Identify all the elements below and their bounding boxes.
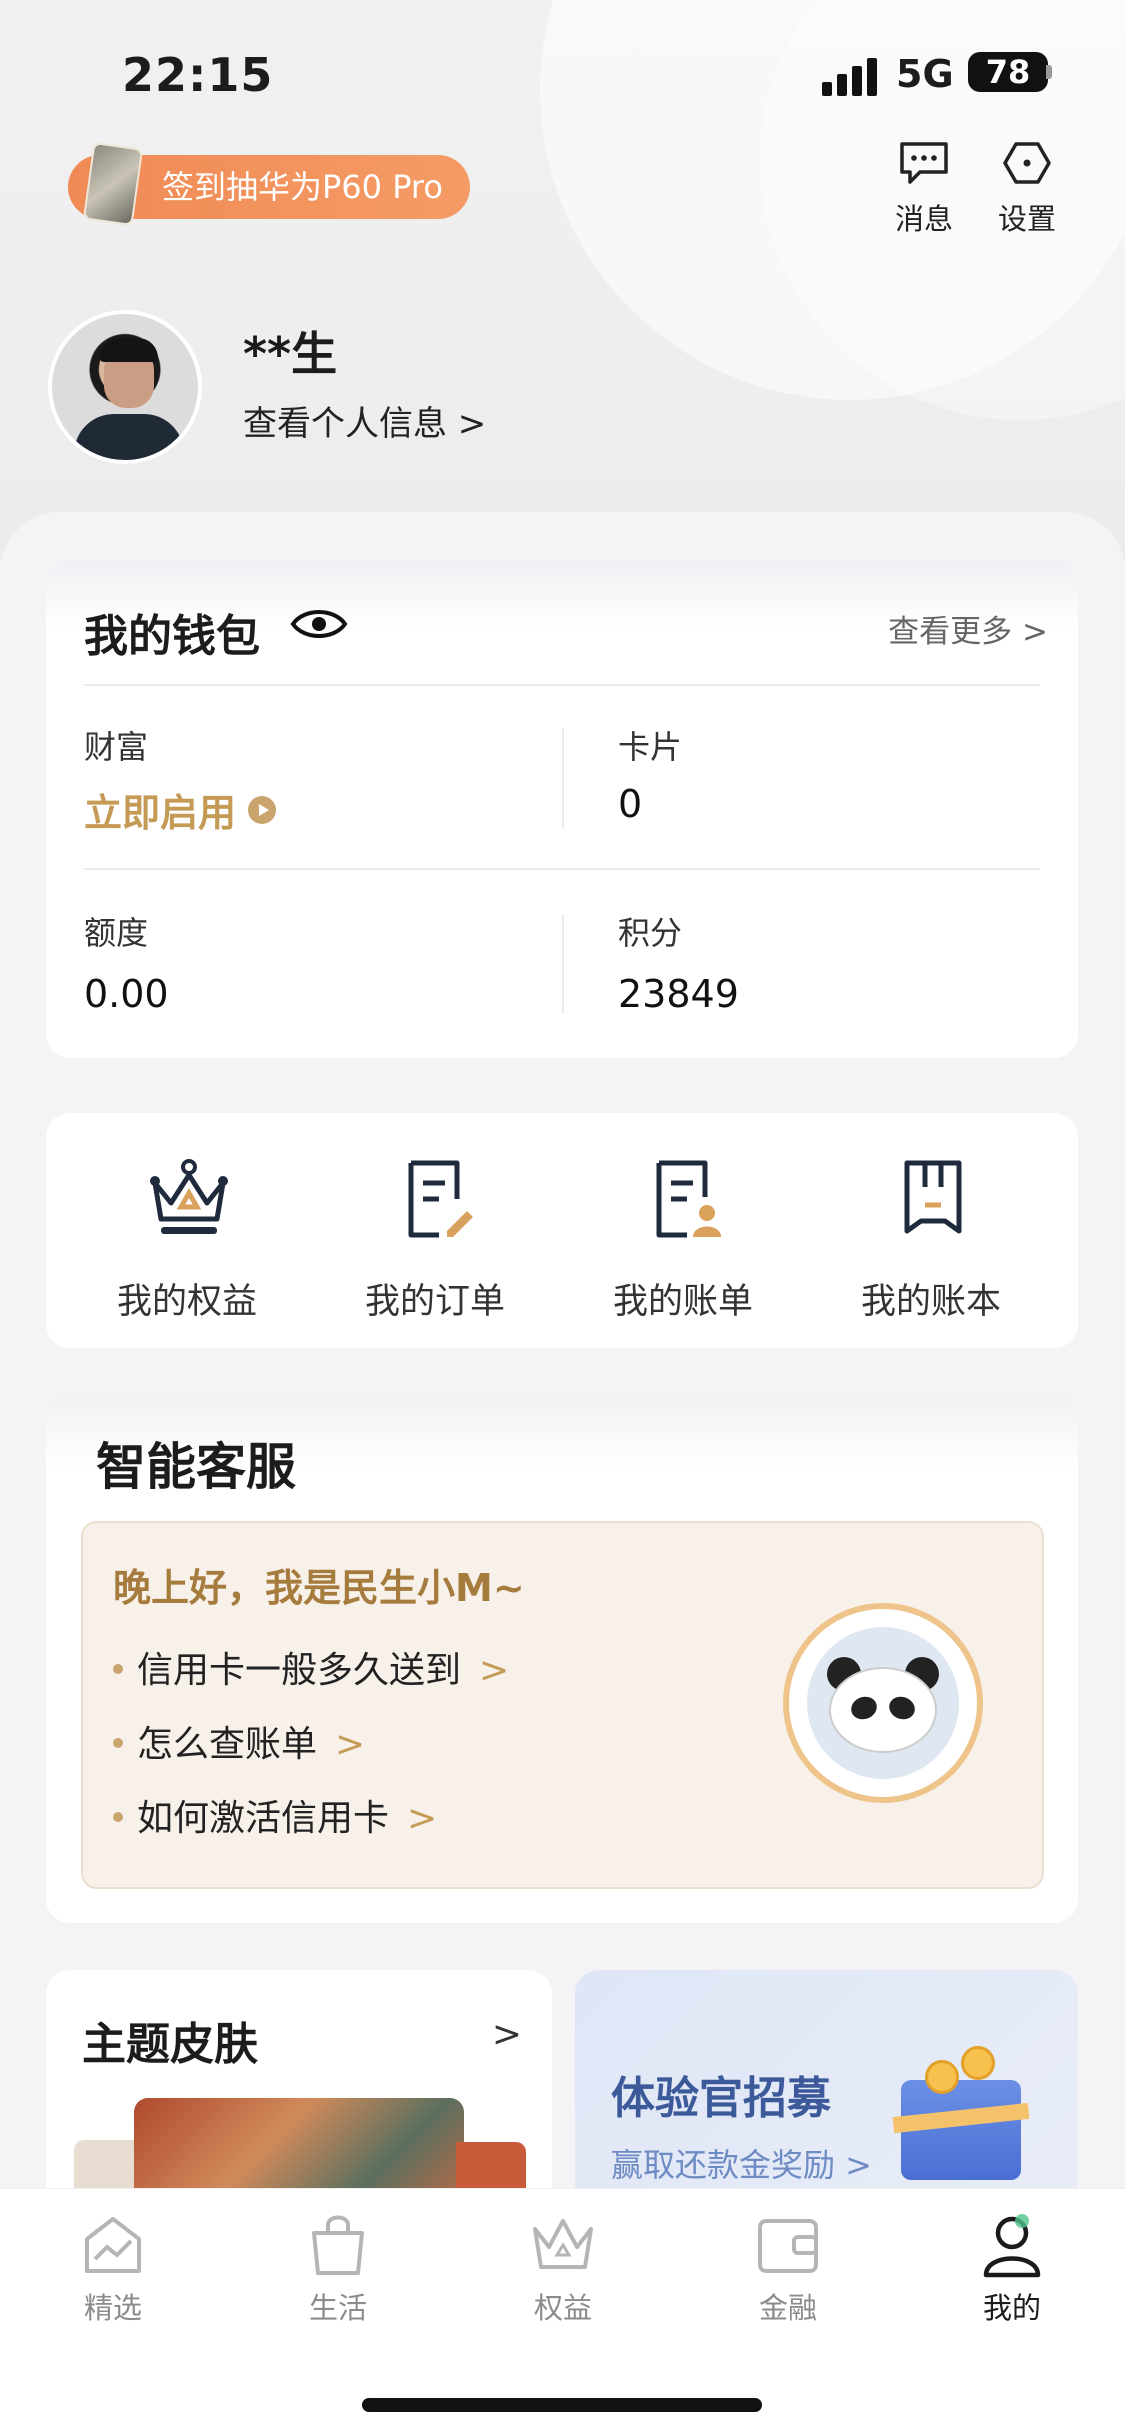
settings-hexagon-icon <box>1003 142 1051 184</box>
my-rights-button[interactable]: 我的权益 <box>62 1113 312 1348</box>
quick-links-card: 我的权益 我的订单 我的账单 我的账本 <box>46 1113 1078 1348</box>
points-label: 积分 <box>618 914 683 952</box>
tab-label: 金融 <box>758 2291 817 2325</box>
tab-label: 权益 <box>533 2291 592 2325</box>
bullet-icon <box>113 1738 123 1748</box>
tab-mine[interactable]: 我的 <box>932 2209 1092 2327</box>
theme-skin-title: 主题皮肤 <box>82 2019 258 2070</box>
user-name: **生 <box>243 327 338 381</box>
tab-label: 生活 <box>308 2291 367 2325</box>
signal-icon <box>822 58 882 96</box>
limit-label: 额度 <box>84 914 149 952</box>
divider <box>84 868 1040 870</box>
recruit-title: 体验官招募 <box>611 2073 831 2124</box>
service-question[interactable]: 如何激活信用卡 > <box>113 1789 437 1841</box>
recruit-subtitle: 赢取还款金奖励 > <box>611 2146 872 2184</box>
service-question[interactable]: 信用卡一般多久送到 > <box>113 1641 509 1693</box>
quick-link-label: 我的订单 <box>364 1282 505 1322</box>
theme-skin-card[interactable]: 主题皮肤 > <box>46 1970 552 2220</box>
wealth-label: 财富 <box>84 728 149 766</box>
tab-finance[interactable]: 金融 <box>708 2209 868 2327</box>
quick-link-label: 我的账单 <box>612 1282 753 1322</box>
chevron-right-icon: > <box>335 1724 366 1765</box>
life-bag-icon <box>312 2215 364 2275</box>
message-icon <box>900 142 948 184</box>
crown-icon <box>150 1159 228 1234</box>
avatar[interactable] <box>48 310 202 464</box>
chevron-right-icon: > <box>479 1650 510 1691</box>
tab-rights[interactable]: 权益 <box>483 2209 643 2327</box>
bullet-icon <box>113 1812 123 1822</box>
cards-value: 0 <box>618 782 643 826</box>
battery-tip <box>1046 65 1052 79</box>
divider <box>84 684 1040 686</box>
profile-icon <box>983 2214 1041 2278</box>
checkin-promo-button[interactable]: 签到抽华为P60 Pro <box>68 141 470 227</box>
divider <box>562 914 564 1014</box>
service-question[interactable]: 怎么查账单 > <box>113 1715 365 1767</box>
ledger-icon <box>904 1160 962 1234</box>
tab-label: 精选 <box>83 2291 142 2325</box>
settings-label: 设置 <box>997 202 1056 236</box>
bill-user-icon <box>656 1160 721 1238</box>
featured-icon <box>85 2217 141 2273</box>
wallet-title: 我的钱包 <box>84 611 260 662</box>
settings-button[interactable]: 设置 <box>987 140 1067 238</box>
messages-button[interactable]: 消息 <box>884 140 964 238</box>
service-greeting: 晚上好，我是民生小M~ <box>113 1566 525 1610</box>
cards-label: 卡片 <box>618 728 683 766</box>
chevron-right-icon: > <box>407 1798 438 1839</box>
coin-icon <box>961 2046 995 2080</box>
tab-label: 我的 <box>982 2291 1041 2325</box>
home-indicator <box>362 2398 762 2412</box>
wallet-card: 我的钱包 查看更多 > 财富 立即启用 卡片 0 额度 0.00 积分 2384… <box>46 560 1078 1058</box>
network-type: 5G <box>896 52 954 96</box>
phone-image-icon <box>82 141 144 227</box>
my-ledger-button[interactable]: 我的账本 <box>806 1113 1056 1348</box>
rights-crown-icon <box>533 2219 593 2269</box>
smart-service-card: 智能客服 晚上好，我是民生小M~ 信用卡一般多久送到 > 怎么查账单 > 如何激活信… <box>46 1393 1078 1923</box>
smart-service-title: 智能客服 <box>96 1438 296 1496</box>
status-time: 22:15 <box>122 48 274 102</box>
tab-life[interactable]: 生活 <box>258 2209 418 2327</box>
enable-now-link[interactable]: 立即启用 <box>84 791 236 835</box>
view-profile-link[interactable]: 查看个人信息 > <box>243 396 486 445</box>
tab-featured[interactable]: 精选 <box>33 2209 193 2327</box>
divider <box>562 728 564 828</box>
tester-recruit-card[interactable]: 体验官招募 赢取还款金奖励 > <box>575 1970 1078 2220</box>
order-edit-icon <box>408 1160 473 1238</box>
play-icon <box>248 796 277 824</box>
chevron-right-icon: > <box>491 2014 522 2055</box>
battery-icon: 78 <box>968 52 1048 92</box>
panda-assistant-avatar[interactable] <box>783 1603 983 1803</box>
eye-icon[interactable] <box>290 604 348 644</box>
my-orders-button[interactable]: 我的订单 <box>310 1113 560 1348</box>
points-value: 23849 <box>618 972 739 1016</box>
my-bills-button[interactable]: 我的账单 <box>558 1113 808 1348</box>
promo-label: 签到抽华为P60 Pro <box>162 168 443 206</box>
wallet-more-link[interactable]: 查看更多 > <box>888 606 1048 651</box>
quick-link-label: 我的账本 <box>860 1282 1001 1322</box>
limit-value: 0.00 <box>84 972 169 1016</box>
service-panel: 晚上好，我是民生小M~ 信用卡一般多久送到 > 怎么查账单 > 如何激活信用卡 > <box>81 1521 1044 1889</box>
coin-icon <box>925 2060 959 2094</box>
wallet-icon <box>758 2219 818 2273</box>
quick-link-label: 我的权益 <box>116 1282 257 1322</box>
bullet-icon <box>113 1664 123 1674</box>
status-bar: 22:15 5G 78 <box>0 40 1125 110</box>
messages-label: 消息 <box>894 202 953 236</box>
